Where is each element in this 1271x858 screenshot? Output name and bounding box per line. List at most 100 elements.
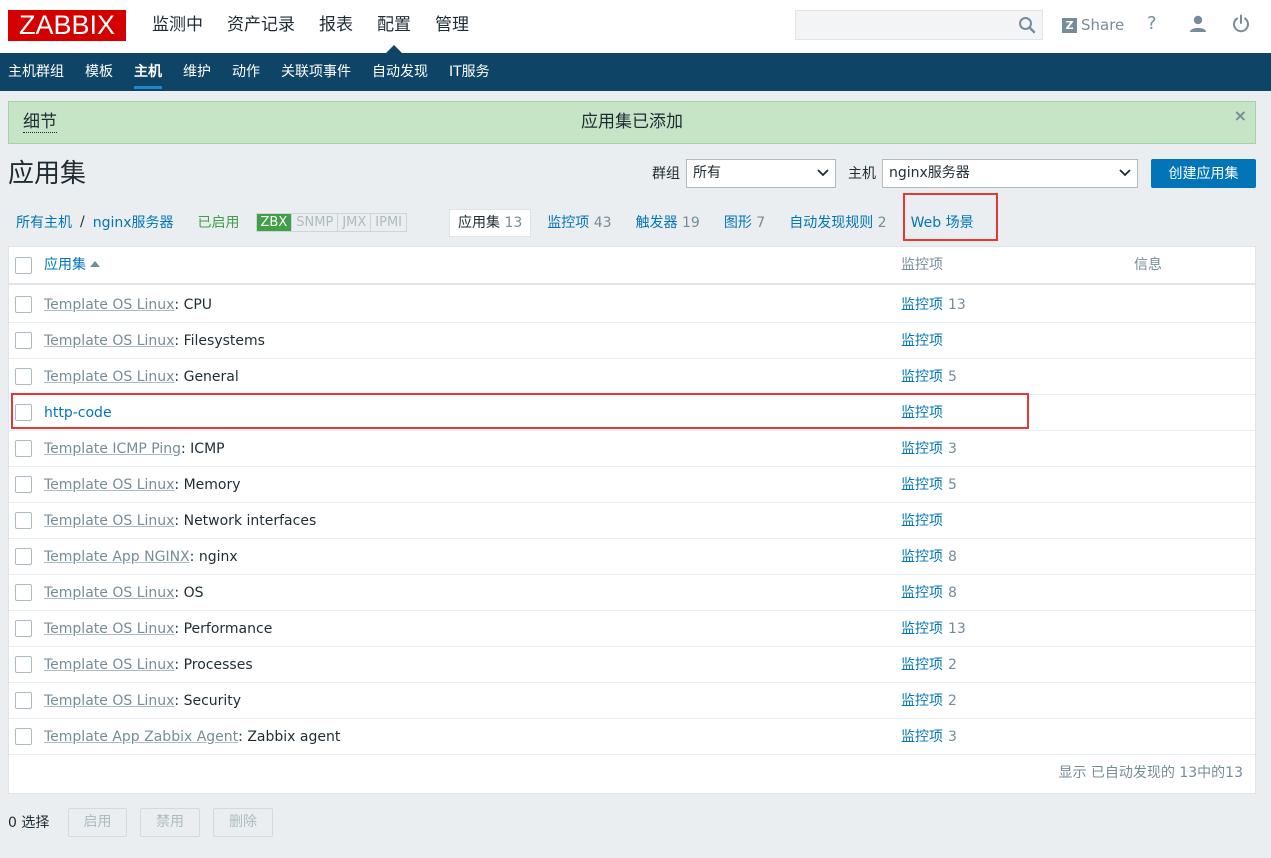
tab-triggers-label: 触发器 xyxy=(635,215,678,231)
availability-snmp: SNMP xyxy=(292,213,339,231)
availability-ipmi: IPMI xyxy=(375,214,403,230)
tab-items-count: 43 xyxy=(593,215,612,231)
application-name: OS xyxy=(183,585,204,601)
items-link[interactable]: 监控项 xyxy=(901,621,943,637)
template-link[interactable]: Template OS Linux xyxy=(44,585,174,601)
close-icon[interactable]: × xyxy=(1234,106,1247,125)
column-application[interactable]: 应用集 xyxy=(44,255,100,275)
submenu-host-groups[interactable]: 主机群组 xyxy=(0,53,72,91)
create-application-button[interactable]: 创建应用集 xyxy=(1151,159,1256,188)
template-separator: : xyxy=(174,657,184,673)
template-link[interactable]: Template OS Linux xyxy=(44,333,174,349)
items-link[interactable]: 监控项 xyxy=(901,369,943,385)
application-name-cell: Template App NGINX: nginx xyxy=(44,547,238,567)
sub-menu: 主机群组 模板 主机 维护 动作 关联项事件 自动发现 IT服务 xyxy=(0,53,1271,91)
row-checkbox[interactable] xyxy=(15,476,32,493)
enable-button[interactable]: 启用 xyxy=(68,808,127,837)
menu-reports[interactable]: 报表 xyxy=(307,0,365,53)
row-checkbox[interactable] xyxy=(15,368,32,385)
row-checkbox[interactable] xyxy=(15,584,32,601)
template-link[interactable]: Template OS Linux xyxy=(44,621,174,637)
items-link[interactable]: 监控项 xyxy=(901,297,943,313)
share-link[interactable]: Z Share xyxy=(1062,14,1124,36)
help-icon[interactable]: ? xyxy=(1147,13,1157,34)
select-all-checkbox[interactable] xyxy=(15,257,32,274)
application-name: Memory xyxy=(183,477,241,493)
availability-jmx: JMX xyxy=(338,213,372,231)
items-count: 2 xyxy=(948,693,957,709)
table-row: Template OS Linux: Processes 监控项 2 xyxy=(9,647,1255,683)
table-stats: 显示 已自动发现的 13中的13 xyxy=(1058,765,1243,781)
items-cell: 监控项 3 xyxy=(901,439,957,459)
selected-count: 0 选择 xyxy=(8,815,50,831)
submenu-templates[interactable]: 模板 xyxy=(77,53,121,91)
template-link[interactable]: Template App NGINX xyxy=(44,549,190,565)
row-checkbox[interactable] xyxy=(15,548,32,565)
tab-applications[interactable]: 应用集 13 xyxy=(449,209,532,237)
host-select[interactable]: nginx服务器 xyxy=(882,159,1138,188)
delete-button[interactable]: 删除 xyxy=(213,808,273,837)
submenu-hosts[interactable]: 主机 xyxy=(126,53,170,91)
host-status-enabled[interactable]: 已启用 xyxy=(198,212,240,232)
template-link[interactable]: Template OS Linux xyxy=(44,513,174,529)
tab-items[interactable]: 监控项 43 xyxy=(547,210,611,236)
disable-button[interactable]: 禁用 xyxy=(140,808,200,837)
application-name-cell: Template ICMP Ping: ICMP xyxy=(44,439,225,459)
zabbix-logo[interactable]: ZABBIX xyxy=(8,10,126,41)
search-icon[interactable] xyxy=(1018,16,1036,34)
row-checkbox[interactable] xyxy=(15,620,32,637)
table-row: Template ICMP Ping: ICMP 监控项 3 xyxy=(9,431,1255,467)
items-link[interactable]: 监控项 xyxy=(901,549,943,565)
row-checkbox[interactable] xyxy=(15,440,32,457)
breadcrumb-host[interactable]: nginx服务器 xyxy=(93,212,174,232)
template-link[interactable]: Template OS Linux xyxy=(44,657,174,673)
items-link[interactable]: 监控项 xyxy=(901,333,943,349)
submenu-event-correlation[interactable]: 关联项事件 xyxy=(273,53,359,91)
template-link[interactable]: Template ICMP Ping xyxy=(44,441,181,457)
submenu-actions[interactable]: 动作 xyxy=(224,53,268,91)
sign-out-icon[interactable] xyxy=(1231,14,1251,34)
items-link[interactable]: 监控项 xyxy=(901,693,943,709)
submenu-discovery[interactable]: 自动发现 xyxy=(364,53,436,91)
menu-monitoring[interactable]: 监测中 xyxy=(140,0,215,53)
template-link[interactable]: Template App Zabbix Agent xyxy=(44,729,238,745)
menu-administration[interactable]: 管理 xyxy=(423,0,481,53)
tab-graphs[interactable]: 图形 7 xyxy=(724,210,765,236)
template-link[interactable]: Template OS Linux xyxy=(44,693,174,709)
applications-table: 应用集 监控项 信息 Template OS Linux: CPU 监控项 13 Te… xyxy=(8,246,1256,794)
row-checkbox[interactable] xyxy=(15,296,32,313)
items-cell: 监控项 xyxy=(901,511,943,531)
items-link[interactable]: 监控项 xyxy=(901,585,943,601)
search-input[interactable] xyxy=(795,10,1043,40)
items-link[interactable]: 监控项 xyxy=(901,477,943,493)
template-link[interactable]: Template OS Linux xyxy=(44,297,174,313)
availability-zbx: ZBX xyxy=(256,213,293,231)
menu-configuration[interactable]: 配置 xyxy=(365,0,423,53)
tab-discovery-rules[interactable]: 自动发现规则 2 xyxy=(789,210,886,236)
template-link[interactable]: Template OS Linux xyxy=(44,477,174,493)
menu-inventory[interactable]: 资产记录 xyxy=(215,0,307,53)
items-cell: 监控项 2 xyxy=(901,691,957,711)
host-select-value: nginx服务器 xyxy=(889,165,970,181)
submenu-maintenance[interactable]: 维护 xyxy=(175,53,219,91)
row-checkbox[interactable] xyxy=(15,512,32,529)
items-count: 13 xyxy=(948,621,966,637)
items-link[interactable]: 监控项 xyxy=(901,513,943,529)
user-profile-icon[interactable] xyxy=(1188,14,1208,34)
host-label: 主机 xyxy=(848,166,876,182)
items-link[interactable]: 监控项 xyxy=(901,729,943,745)
group-select[interactable]: 所有 xyxy=(686,159,836,188)
row-checkbox[interactable] xyxy=(15,656,32,673)
items-link[interactable]: 监控项 xyxy=(901,657,943,673)
row-checkbox[interactable] xyxy=(15,728,32,745)
submenu-services[interactable]: IT服务 xyxy=(441,53,498,91)
breadcrumb-all-hosts[interactable]: 所有主机 xyxy=(16,212,72,232)
table-row: Template OS Linux: Performance 监控项 13 xyxy=(9,611,1255,647)
breadcrumb: 所有主机 / nginx服务器 已启用 ZBX SNMP JMX IPMI xyxy=(8,206,408,238)
row-checkbox[interactable] xyxy=(15,692,32,709)
items-link[interactable]: 监控项 xyxy=(901,441,943,457)
tab-triggers[interactable]: 触发器 19 xyxy=(636,210,700,236)
message-details-toggle[interactable]: 细节 xyxy=(23,112,57,133)
template-link[interactable]: Template OS Linux xyxy=(44,369,174,385)
row-checkbox[interactable] xyxy=(15,332,32,349)
